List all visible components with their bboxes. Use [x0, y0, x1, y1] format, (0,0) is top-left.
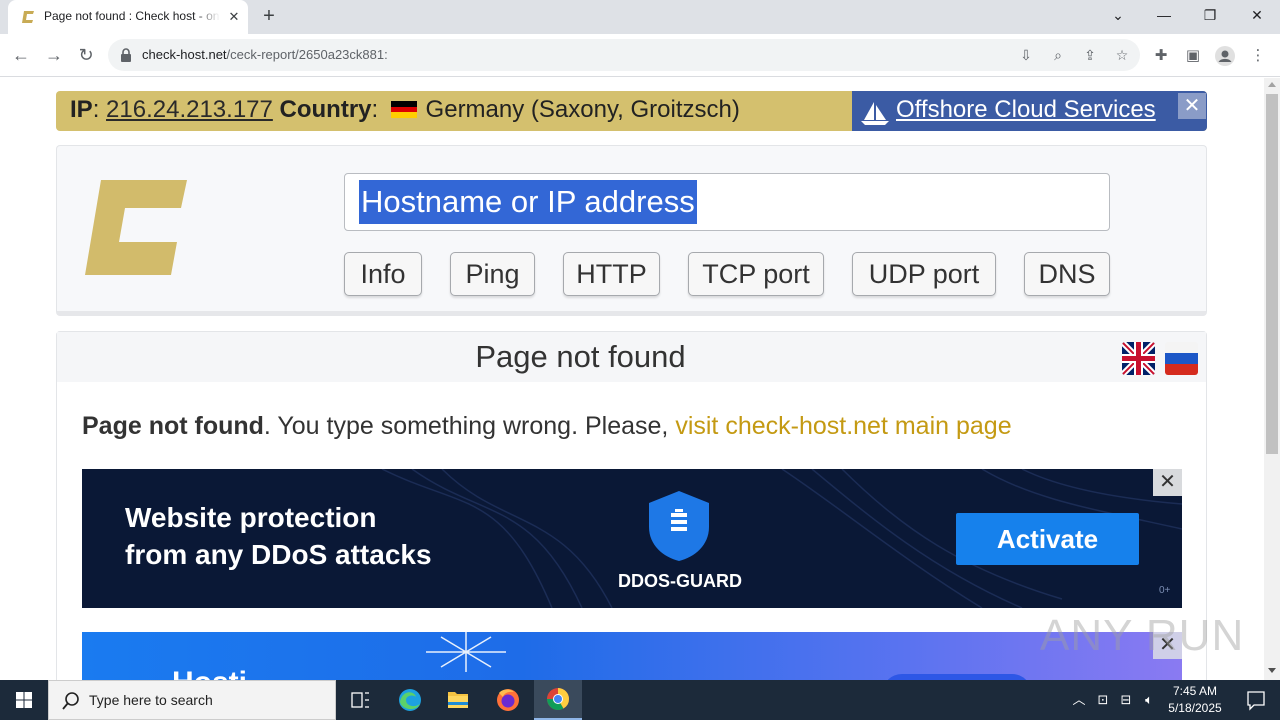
- ip-link[interactable]: 216.24.213.177: [106, 96, 273, 123]
- not-found-message: Page not found. You type something wrong…: [82, 412, 1012, 441]
- windows-start-icon[interactable]: [0, 680, 48, 720]
- scrollbar-thumb[interactable]: [1266, 94, 1278, 454]
- file-explorer-icon[interactable]: [434, 680, 482, 720]
- info-button[interactable]: Info: [344, 252, 422, 296]
- ip-label: IP: [70, 96, 93, 123]
- ad-age-rating: 0+: [1159, 585, 1171, 596]
- offshore-ad[interactable]: Offshore Cloud Services ✕: [852, 91, 1207, 131]
- extensions-puzzle-icon[interactable]: ✚: [1150, 45, 1172, 67]
- result-header: Page not found: [57, 332, 1206, 382]
- shield-icon: [649, 491, 709, 561]
- ip-info-bar: IP: 216.24.213.177 Country: Germany (Sax…: [56, 91, 1207, 131]
- search-panel: Hostname or IP address Info Ping HTTP TC…: [56, 145, 1207, 316]
- windows-taskbar: Type here to search ︿ ⊡ ⊟ 🔈︎ 7:45 AM 5/1…: [0, 680, 1280, 720]
- clock-date: 5/18/2025: [1168, 701, 1222, 715]
- reload-icon[interactable]: ↻: [74, 43, 98, 67]
- scroll-up-arrow-icon[interactable]: [1268, 82, 1276, 87]
- udp-port-button[interactable]: UDP port: [852, 252, 996, 296]
- http-button[interactable]: HTTP: [563, 252, 660, 296]
- tcp-port-button[interactable]: TCP port: [688, 252, 824, 296]
- clock-time: 7:45 AM: [1172, 684, 1218, 698]
- tray-device-icon[interactable]: ⊡: [1094, 691, 1112, 709]
- sailboat-icon: [861, 102, 889, 125]
- main-page-link[interactable]: visit check-host.net main page: [675, 412, 1011, 440]
- uk-flag-icon[interactable]: [1122, 342, 1155, 375]
- firefox-icon[interactable]: [484, 680, 532, 720]
- hosting-ad-banner[interactable]: Hosti ✕: [82, 632, 1182, 680]
- page-viewport: IP: 216.24.213.177 Country: Germany (Sax…: [0, 78, 1264, 680]
- browser-tab[interactable]: Page not found : Check host - online web…: [8, 0, 248, 34]
- share-icon[interactable]: ⇪: [1080, 45, 1100, 65]
- germany-flag-icon: [390, 101, 417, 118]
- menu-kebab-icon[interactable]: ⋮: [1247, 45, 1269, 67]
- taskbar-search-box[interactable]: Type here to search: [48, 680, 336, 720]
- hostname-input[interactable]: Hostname or IP address: [344, 173, 1110, 231]
- forward-arrow-icon[interactable]: →: [42, 43, 66, 67]
- profile-icon: [1215, 46, 1235, 66]
- hostname-input-placeholder: Hostname or IP address: [359, 180, 697, 224]
- country-label: Country: [279, 96, 372, 123]
- minimize-button[interactable]: —: [1142, 2, 1186, 30]
- side-panel-icon[interactable]: ▣: [1182, 45, 1204, 67]
- browser-toolbar: ← → ↻ check-host.net/ceck-report/2650a23…: [0, 34, 1280, 77]
- maximize-button[interactable]: ❐: [1188, 2, 1232, 30]
- install-app-icon[interactable]: ⇩: [1016, 45, 1036, 65]
- anyrun-watermark: ANY RUN: [1040, 611, 1245, 660]
- taskbar-clock[interactable]: 7:45 AM 5/18/2025: [1160, 683, 1230, 717]
- browser-titlebar: Page not found : Check host - online web…: [0, 0, 1280, 34]
- zoom-icon[interactable]: ⌕: [1048, 45, 1068, 65]
- ad-headline-2: from any DDoS attacks: [125, 539, 432, 570]
- scroll-down-arrow-icon[interactable]: [1268, 668, 1276, 673]
- network-icon[interactable]: ⊟: [1117, 691, 1135, 709]
- profile-avatar-icon[interactable]: [1214, 45, 1236, 67]
- dns-button[interactable]: DNS: [1024, 252, 1110, 296]
- url-path: /ceck-report/2650a23ck881:: [226, 47, 388, 62]
- ping-button[interactable]: Ping: [450, 252, 535, 296]
- bookmark-star-icon[interactable]: ☆: [1112, 45, 1132, 65]
- activate-button[interactable]: Activate: [956, 513, 1139, 565]
- check-host-logo[interactable]: [85, 180, 187, 275]
- address-bar[interactable]: check-host.net/ceck-report/2650a23ck881:…: [108, 39, 1140, 71]
- tab-search-icon[interactable]: ⌄: [1096, 2, 1140, 30]
- ad-headline-1: Website protection: [125, 502, 377, 533]
- tray-chevron-up-icon[interactable]: ︿: [1070, 691, 1088, 709]
- page-scrollbar[interactable]: [1264, 78, 1280, 680]
- url-text[interactable]: check-host.net/ceck-report/2650a23ck881:: [142, 47, 388, 62]
- volume-icon[interactable]: 🔈︎: [1140, 691, 1158, 709]
- task-view-icon[interactable]: [336, 680, 384, 720]
- url-host: check-host.net: [142, 47, 227, 62]
- taskbar-search-placeholder: Type here to search: [89, 692, 213, 708]
- tab-close-icon[interactable]: ✕: [226, 9, 242, 25]
- lock-icon[interactable]: [120, 48, 132, 62]
- page-title: Page not found: [475, 339, 686, 374]
- edge-browser-icon[interactable]: [386, 680, 434, 720]
- check-host-favicon-icon: [22, 11, 34, 23]
- close-window-button[interactable]: ✕: [1235, 2, 1279, 30]
- russia-flag-icon[interactable]: [1165, 342, 1198, 375]
- notification-icon[interactable]: [1232, 680, 1280, 720]
- country-value: Germany (Saxony, Groitzsch): [425, 96, 740, 123]
- offshore-close-icon[interactable]: ✕: [1178, 93, 1206, 119]
- message-text: . You type something wrong. Please,: [263, 412, 676, 440]
- back-arrow-icon[interactable]: ←: [9, 43, 33, 67]
- ad-close-icon[interactable]: ✕: [1153, 469, 1182, 496]
- search-icon: [62, 692, 79, 710]
- offshore-cloud-link[interactable]: Offshore Cloud Services: [896, 96, 1156, 124]
- ad-brand-name: DDOS-GUARD: [618, 571, 742, 591]
- sparkle-icon: [426, 632, 506, 672]
- chrome-icon: [547, 688, 569, 710]
- tab-title: Page not found : Check host - online web…: [44, 9, 220, 23]
- new-tab-button[interactable]: +: [258, 6, 280, 28]
- ddos-guard-ad-banner[interactable]: Website protection from any DDoS attacks…: [82, 469, 1182, 608]
- hosting-ad-text: Hosti: [172, 666, 247, 680]
- ip-info: IP: 216.24.213.177 Country: Germany (Sax…: [70, 96, 740, 123]
- chrome-taskbar-button[interactable]: [534, 680, 582, 720]
- message-bold: Page not found: [82, 412, 264, 440]
